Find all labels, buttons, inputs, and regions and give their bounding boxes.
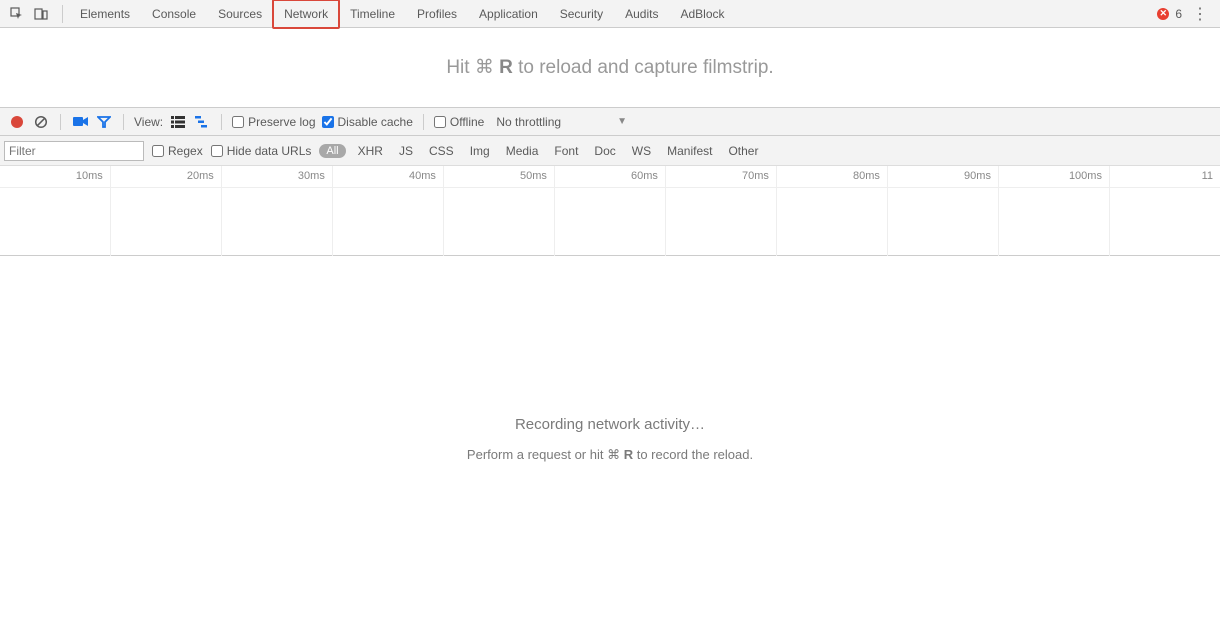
filter-type-other[interactable]: Other [724, 144, 762, 158]
record-button[interactable] [8, 113, 26, 131]
clear-icon[interactable] [32, 113, 50, 131]
inspect-element-icon[interactable] [8, 5, 26, 23]
divider [123, 114, 124, 130]
filter-type-xhr[interactable]: XHR [354, 144, 387, 158]
offline-checkbox[interactable]: Offline [434, 115, 484, 129]
camera-icon[interactable] [71, 113, 89, 131]
filter-type-all[interactable]: All [319, 144, 345, 158]
banner-text: Hit ⌘ R to reload and capture filmstrip. [446, 56, 773, 79]
preserve-log-checkbox[interactable]: Preserve log [232, 115, 315, 129]
ruler-header: 10ms 20ms 30ms 40ms 50ms 60ms 70ms 80ms … [0, 166, 1220, 188]
disable-cache-checkbox[interactable]: Disable cache [322, 115, 413, 129]
tab-console[interactable]: Console [141, 0, 207, 28]
empty-subtitle: Perform a request or hit ⌘ R to record t… [0, 447, 1220, 463]
filter-input[interactable] [4, 141, 144, 161]
error-count-icon[interactable]: ✕ [1157, 8, 1169, 20]
tab-audits[interactable]: Audits [614, 0, 669, 28]
regex-checkbox[interactable]: Regex [152, 144, 203, 158]
tab-adblock[interactable]: AdBlock [669, 0, 735, 28]
filter-type-media[interactable]: Media [502, 144, 543, 158]
view-large-icon[interactable] [169, 113, 187, 131]
divider [60, 114, 61, 130]
devtools-tabbar: Elements Console Sources Network Timelin… [0, 0, 1220, 28]
settings-kebab-icon[interactable]: ⋮ [1188, 4, 1212, 24]
filmstrip-banner: Hit ⌘ R to reload and capture filmstrip. [0, 28, 1220, 108]
filter-type-img[interactable]: Img [466, 144, 494, 158]
throttling-select[interactable]: No throttling▼ [490, 114, 633, 130]
divider [423, 114, 424, 130]
empty-state: Recording network activity… Perform a re… [0, 256, 1220, 463]
filter-icon[interactable] [95, 113, 113, 131]
view-label: View: [134, 115, 163, 129]
divider [62, 5, 63, 23]
network-toolbar: View: Preserve log Disable cache Offline… [0, 108, 1220, 136]
error-count[interactable]: 6 [1175, 7, 1182, 21]
divider [221, 114, 222, 130]
tab-elements[interactable]: Elements [69, 0, 141, 28]
tab-application[interactable]: Application [468, 0, 549, 28]
network-filter-bar: Regex Hide data URLs All XHR JS CSS Img … [0, 136, 1220, 166]
chevron-down-icon: ▼ [617, 116, 627, 127]
tab-timeline[interactable]: Timeline [339, 0, 406, 28]
tab-sources[interactable]: Sources [207, 0, 273, 28]
filter-type-css[interactable]: CSS [425, 144, 458, 158]
filter-type-manifest[interactable]: Manifest [663, 144, 716, 158]
view-waterfall-icon[interactable] [193, 113, 211, 131]
hide-data-urls-checkbox[interactable]: Hide data URLs [211, 144, 312, 158]
toggle-device-icon[interactable] [32, 5, 50, 23]
overview-ruler[interactable]: 10ms 20ms 30ms 40ms 50ms 60ms 70ms 80ms … [0, 166, 1220, 256]
tab-security[interactable]: Security [549, 0, 614, 28]
empty-title: Recording network activity… [0, 416, 1220, 433]
tab-network[interactable]: Network [273, 0, 339, 28]
filter-type-ws[interactable]: WS [628, 144, 655, 158]
filter-type-doc[interactable]: Doc [590, 144, 619, 158]
filter-type-font[interactable]: Font [550, 144, 582, 158]
tab-profiles[interactable]: Profiles [406, 0, 468, 28]
filter-type-js[interactable]: JS [395, 144, 417, 158]
